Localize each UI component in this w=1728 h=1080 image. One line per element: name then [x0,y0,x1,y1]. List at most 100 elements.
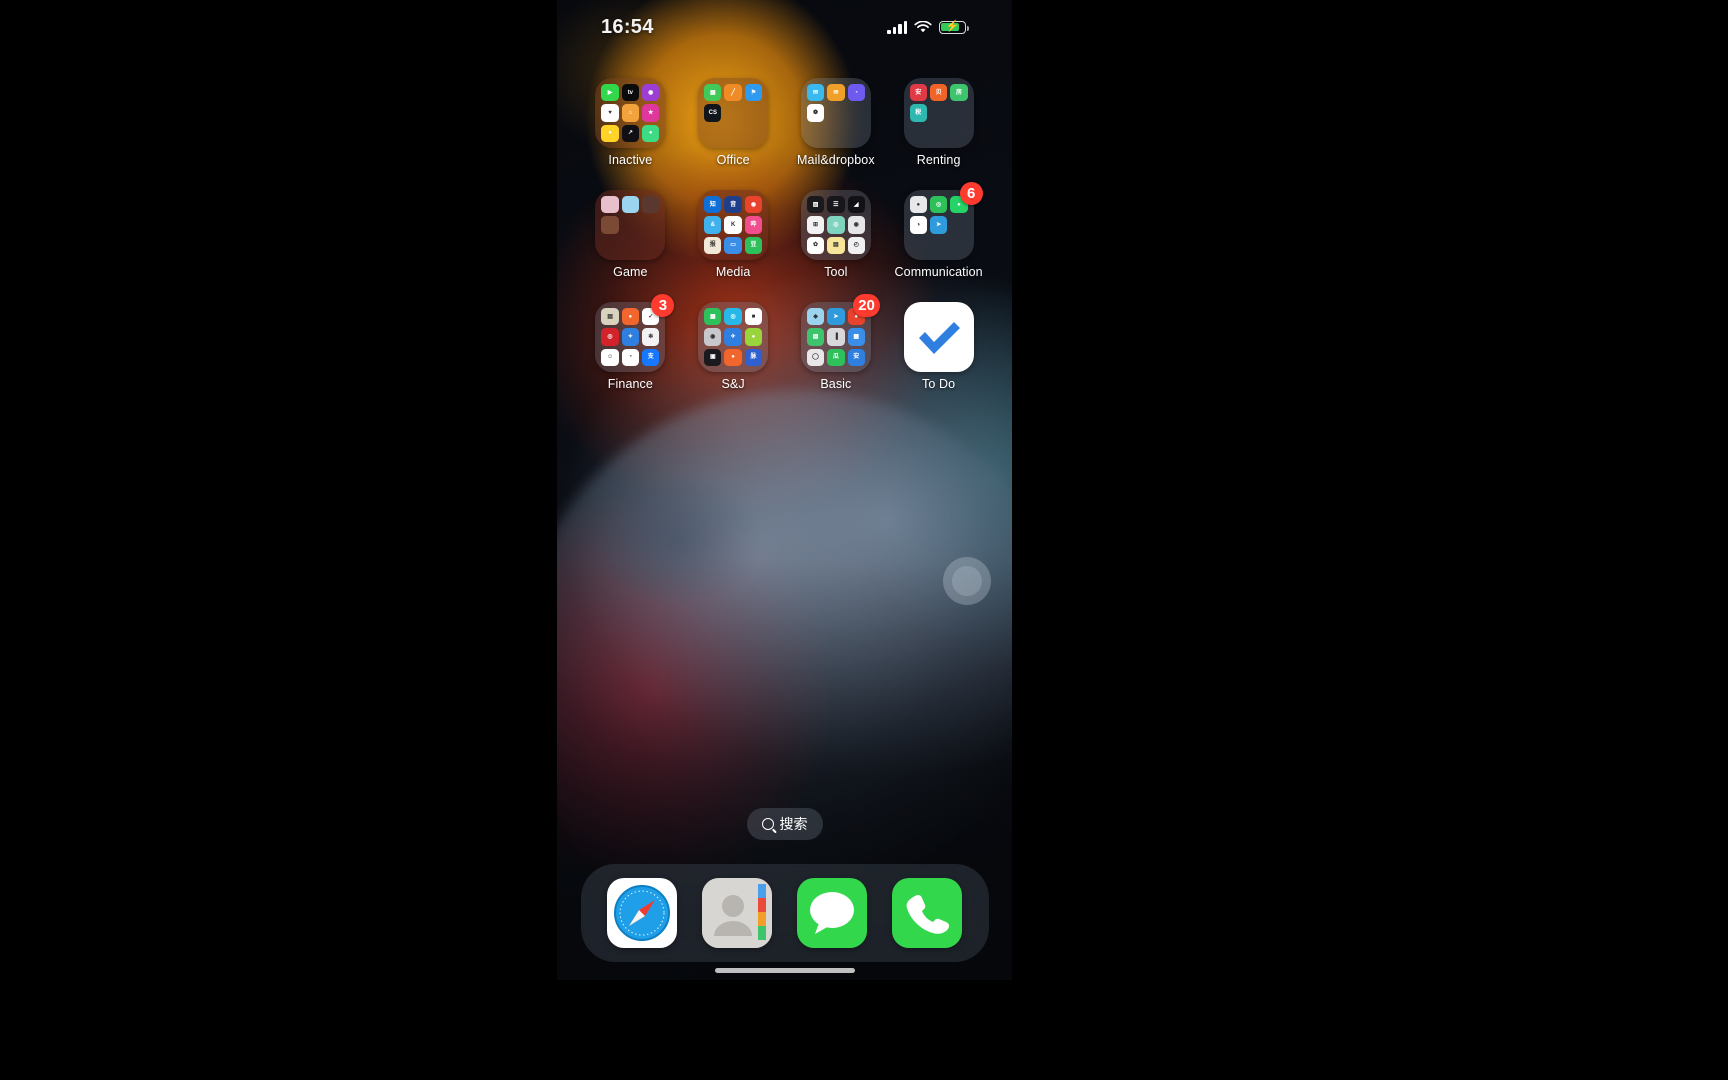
checkmark-icon [918,322,960,354]
basic-blue-mini-icon: ▦ [847,328,865,346]
mail-orange-mini-icon: ✉ [827,84,845,102]
messages-icon[interactable] [797,878,867,948]
dingtalk-mini-icon: ◑ [909,216,927,234]
renting-red-mini-icon: 安 [909,84,927,102]
home-screen-item[interactable]: ▨ ☰ ◢ ⊞ ◎ ◉ ✿ ▤ ◴ Tool [785,190,888,279]
folder-icon[interactable]: ▦ ╱ ⚑ CS [698,78,769,148]
folder-icon[interactable]: ✉ ✉ ◔ ❁ [800,78,871,148]
qq-app-mini-icon: ● [909,196,927,214]
facetime-mini-icon: ▶ [601,84,619,102]
ximalaya-mini-icon: & [704,216,722,234]
search-button[interactable]: 搜索 [746,808,823,840]
share-app-mini-icon: ❁ [806,104,825,122]
renting-teal-mini-icon: 税 [909,104,927,122]
renting-orange-mini-icon: 贝 [929,84,948,102]
notes-mini-icon: ▤ [827,236,845,254]
basic-chart-mini-icon: ▐ [827,328,845,346]
notification-badge: 3 [651,294,675,317]
notification-badge: 6 [959,182,983,205]
cellular-signal-icon [887,20,907,34]
stocks-mini-icon: ↗ [621,124,640,142]
safari-icon[interactable] [607,878,677,948]
basic-chat-mini-icon: ◯ [806,348,825,366]
assistive-touch-button[interactable] [943,557,991,605]
icon-wrapper: 安贝房税 [903,78,974,148]
home-screen-item[interactable]: ✉ ✉ ◔ ❁ Mail&dropbox [785,78,888,167]
camera-dark-mini-icon: ◉ [847,216,865,234]
folder-icon[interactable] [595,190,666,260]
finance-blue-mini-icon: ✦ [621,328,640,346]
numbers-mini-icon: ▦ [704,84,722,102]
sj-white-mini-icon: ■ [744,308,763,326]
finance-face-mini-icon: ☺ [601,348,619,366]
zhihu-mini-icon: 知 [704,196,722,214]
icon-wrapper: ▨ ☰ ◢ ⊞ ◎ ◉ ✿ ▤ ◴ [800,190,871,260]
app-label: Media [715,265,751,279]
game-dark-mini-icon [642,196,660,214]
home-screen-item[interactable]: To Do [887,302,990,391]
scanner-dark-mini-icon: ▨ [806,196,825,214]
finance-pink-mini-icon: ✻ [642,328,660,346]
todo-app-icon[interactable] [903,302,974,372]
status-bar: 16:54 ⚡ [557,0,1012,54]
icon-wrapper: ● ◎ ● ◑ ➤ 6 [903,182,983,260]
home-screen-item[interactable]: 知音 ◉ & K 哔报 ▭ 豆 Media [682,190,785,279]
app-label: Mail&dropbox [797,153,875,167]
app-label: Inactive [608,153,653,167]
fitness-mini-icon: ● [642,124,660,142]
sj-dark-mini-icon: ▣ [704,348,722,366]
folder-icon[interactable]: ▨ ☰ ◢ ⊞ ◎ ◉ ✿ ▤ ◴ [800,190,871,260]
home-screen-item[interactable]: ▶ tv ◉ ♥ ⌂ ★ ● ↗ ● Inactive [579,78,682,167]
folder-icon[interactable]: ▦ ◎ ■ ◉ ✈ ● ▣ ● 脉 [698,302,769,372]
sj-lime-mini-icon: ● [744,328,763,346]
status-bar-indicators: ⚡ [887,20,969,34]
dock [580,864,989,962]
home-screen-item[interactable]: ● ◎ ● ◑ ➤ 6 Communication [887,182,990,279]
folder-icon[interactable]: 安贝房税 [903,78,974,148]
home-screen-item[interactable]: ▦ ◎ ■ ◉ ✈ ● ▣ ● 脉 S&J [682,302,785,391]
icon-wrapper: ▦ ◎ ■ ◉ ✈ ● ▣ ● 脉 [698,302,769,372]
app-label: Basic [820,377,852,391]
wechat-mini-icon: ◎ [929,196,948,214]
sj-blue-mini-icon: ✈ [724,328,742,346]
icon-wrapper: ✉ ✉ ◔ ❁ [800,78,871,148]
weibo-mini-icon: ◉ [744,196,763,214]
app-label: Communication [894,265,983,279]
folder-icon[interactable]: ▶ tv ◉ ♥ ⌂ ★ ● ↗ ● [595,78,666,148]
icon-wrapper: ▦ ╱ ⚑ CS [698,78,769,148]
contacts-icon[interactable] [702,878,772,948]
app-label: Renting [916,153,961,167]
folder-icon[interactable]: 知音 ◉ & K 哔报 ▭ 豆 [698,190,769,260]
tips-mini-icon: ● [601,124,619,142]
home-screen-item[interactable]: ◆ ➤ ● ▤ ▐ ▦ ◯ 瓜安 20 Basic [785,294,888,391]
video-blue-mini-icon: ▭ [724,236,742,254]
basic-green-mini-icon: ▤ [806,328,825,346]
finance-red-mini-icon: ◎ [601,328,619,346]
game-anime-1-mini-icon [601,196,619,214]
basic-maps-mini-icon: ◆ [806,308,825,326]
measure-dark-mini-icon: ◢ [847,196,865,214]
news-app-mini-icon: 报 [704,236,722,254]
home-screen-item[interactable]: Game [579,190,682,279]
phone-icon[interactable] [892,878,962,948]
search-label: 搜索 [779,816,808,832]
cs-app-mini-icon: CS [704,104,722,122]
sj-cyan-mini-icon: ◎ [724,308,742,326]
podcasts-mini-icon: ◉ [642,84,660,102]
icon-wrapper [903,302,974,372]
home-screen-item[interactable]: ▤ ● ✓ ◎ ✦ ✻ ☺ ◔ 支 3 Finance [579,294,682,391]
app-label: Office [716,153,750,167]
home-screen-item[interactable]: ▦ ╱ ⚑ CS Office [682,78,785,167]
notification-badge: 20 [853,294,880,317]
health-mini-icon: ♥ [601,104,619,122]
battery-charging-icon: ⚡ [939,20,969,34]
apple-tv-mini-icon: tv [621,84,640,102]
sj-camera-mini-icon: ◉ [704,328,722,346]
wallet-card-mini-icon: ▤ [601,308,619,326]
clock-mini-icon: ◴ [847,236,865,254]
screen-root: 16:54 ⚡ ▶ tv ◉ ♥ ⌂ ★ ● ↗ ● Inactive ▦ ╱ ⚑ CS Office ✉ ✉ ◔… [0,0,1728,1080]
kuaishou-mini-icon: K [724,216,742,234]
basic-guazi-mini-icon: 瓜 [827,348,845,366]
sj-maimai-mini-icon: 脉 [744,348,763,366]
home-screen-item[interactable]: 安贝房税 Renting [887,78,990,167]
